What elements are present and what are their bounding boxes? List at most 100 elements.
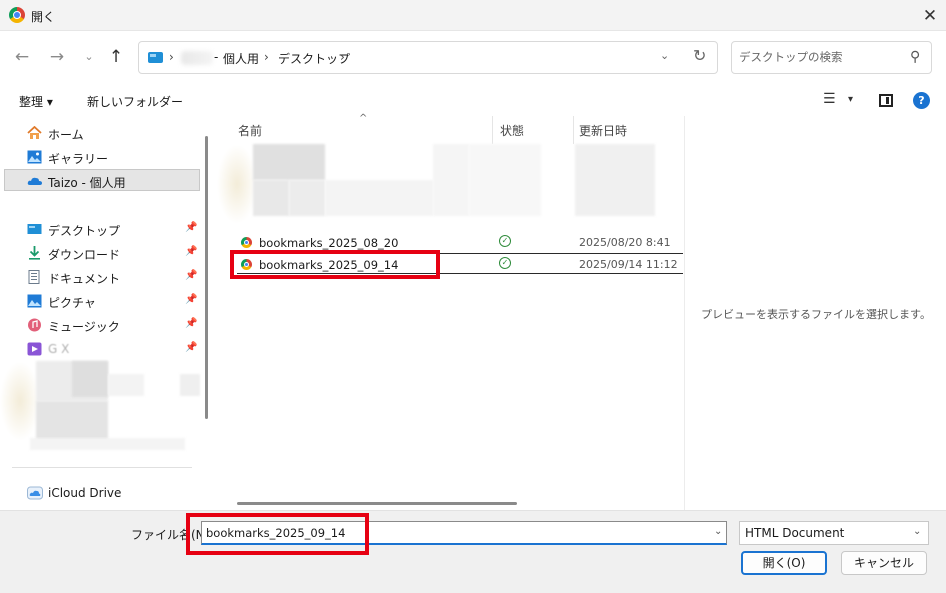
column-header-date-modified[interactable]: 更新日時 (579, 122, 627, 139)
filetype-select[interactable]: HTML Document ⌄ (739, 521, 929, 545)
back-button[interactable]: ← (10, 45, 34, 69)
preview-pane-icon[interactable] (879, 94, 893, 107)
sidebar-item-label: ホーム (48, 128, 84, 142)
this-pc-icon (148, 52, 163, 63)
redacted-region (253, 180, 289, 216)
redacted-region (108, 374, 144, 396)
filetype-value: HTML Document (745, 526, 845, 540)
breadcrumb-prefix: - (214, 50, 219, 64)
sort-ascending-icon: ^ (359, 113, 368, 124)
redacted-region (217, 144, 257, 224)
pictures-icon (27, 294, 42, 308)
file-date: 2025/09/14 11:12 (579, 258, 678, 271)
sidebar-item-music[interactable]: ミュージック 📌 (0, 314, 200, 336)
videos-icon (27, 342, 42, 356)
redacted-region (289, 180, 325, 216)
file-list: 名前 ^ 状態 更新日時 bookmarks_2025_08_20 ✓ 2025… (217, 113, 683, 510)
view-dropdown-icon[interactable]: ▾ (848, 94, 853, 105)
file-name: bookmarks_2025_08_20 (259, 236, 399, 250)
sidebar-item-label: iCloud Drive (48, 486, 122, 500)
highlight-box-file (230, 250, 440, 279)
sidebar-item-label: ギャラリー (48, 152, 109, 166)
pin-icon[interactable]: 📌 (185, 246, 197, 257)
search-box[interactable]: ⚲ (731, 41, 932, 74)
view-options-icon[interactable]: ☰ (823, 91, 836, 107)
recent-locations-button[interactable]: ⌄ (77, 45, 101, 69)
open-button[interactable]: 開く(O) (741, 551, 827, 575)
redacted-region (72, 361, 108, 397)
organize-button[interactable]: 整理 ▾ (19, 93, 53, 110)
redacted-region (36, 401, 108, 441)
redacted-region (325, 180, 433, 216)
help-icon[interactable]: ? (913, 92, 930, 109)
column-divider[interactable] (573, 116, 574, 144)
sidebar-item-documents[interactable]: ドキュメント 📌 (0, 266, 200, 288)
column-header-name[interactable]: 名前 (238, 122, 262, 139)
address-bar[interactable]: › - 個人用 › デスクトップ › ⌄ ↻ (138, 41, 718, 74)
chrome-html-file-icon (241, 237, 252, 248)
documents-icon (27, 270, 42, 284)
sidebar-item-videos[interactable]: G X 📌 (0, 338, 200, 360)
search-input[interactable] (739, 50, 899, 64)
sidebar-item-label: ピクチャ (48, 296, 96, 310)
refresh-button[interactable]: ↻ (693, 46, 706, 65)
close-button[interactable]: ✕ (918, 4, 942, 28)
redacted-region (180, 374, 200, 396)
redacted-region (253, 144, 325, 180)
breadcrumb-separator: › (264, 50, 269, 64)
navigation-scrollbar[interactable] (205, 136, 208, 419)
divider (12, 467, 192, 468)
chrome-icon (9, 7, 25, 23)
sync-ok-icon: ✓ (499, 235, 511, 247)
column-header-status[interactable]: 状態 (500, 122, 524, 139)
sidebar-item-desktop[interactable]: デスクトップ 📌 (0, 218, 200, 240)
forward-button[interactable]: → (45, 45, 69, 69)
file-date: 2025/08/20 8:41 (579, 236, 671, 249)
breadcrumb-separator: › (169, 50, 174, 64)
redacted-region (433, 144, 469, 216)
address-dropdown-button[interactable]: ⌄ (660, 49, 669, 62)
sidebar-item-icloud[interactable]: iCloud Drive (0, 482, 200, 504)
pin-icon[interactable]: 📌 (185, 222, 197, 233)
redacted-account-name (181, 51, 213, 65)
sidebar-item-pictures[interactable]: ピクチャ 📌 (0, 290, 200, 312)
sidebar-item-label: G X (48, 342, 70, 356)
chevron-down-icon[interactable]: ⌄ (913, 526, 921, 537)
sync-ok-icon: ✓ (499, 257, 511, 269)
breadcrumb-personal[interactable]: 個人用 (223, 50, 259, 67)
up-button[interactable]: ↑ (104, 45, 128, 69)
sidebar-item-downloads[interactable]: ダウンロード 📌 (0, 242, 200, 264)
home-icon (27, 125, 42, 140)
pin-icon[interactable]: 📌 (185, 294, 197, 305)
redacted-region (0, 361, 40, 441)
horizontal-scrollbar[interactable] (237, 502, 517, 505)
breadcrumb-separator: › (340, 50, 345, 64)
title-bar: 開く ✕ (0, 0, 946, 31)
redacted-region (575, 144, 655, 216)
sidebar-item-label: ミュージック (48, 320, 120, 334)
music-icon (27, 318, 42, 332)
pin-icon[interactable]: 📌 (185, 318, 197, 329)
onedrive-icon (27, 174, 42, 188)
sidebar-item-home[interactable]: ホーム (0, 122, 200, 144)
cancel-button[interactable]: キャンセル (841, 551, 927, 575)
sidebar-item-label: デスクトップ (48, 224, 121, 238)
sidebar-item-label: ダウンロード (48, 248, 121, 262)
sidebar-item-onedrive[interactable]: Taizo - 個人用 (4, 169, 200, 191)
redacted-region (30, 438, 185, 450)
redacted-region (469, 144, 541, 216)
preview-pane: プレビューを表示するファイルを選択します。 (684, 116, 946, 510)
command-bar: 整理 ▾ 新しいフォルダー ☰ ▾ ? (0, 86, 946, 116)
new-folder-button[interactable]: 新しいフォルダー (87, 93, 183, 110)
column-divider[interactable] (492, 116, 493, 144)
sidebar-item-gallery[interactable]: ギャラリー (0, 146, 200, 168)
pin-icon[interactable]: 📌 (185, 270, 197, 281)
search-icon[interactable]: ⚲ (910, 49, 920, 65)
navigation-pane: ホーム ギャラリー Taizo - 個人用 デスクトップ 📌 ダウンロード 📌 … (0, 116, 216, 510)
download-icon (27, 246, 42, 260)
preview-message: プレビューを表示するファイルを選択します。 (701, 308, 931, 321)
highlight-box-filename (186, 513, 369, 555)
pin-icon[interactable]: 📌 (185, 342, 197, 353)
icloud-icon (27, 486, 43, 500)
chevron-down-icon[interactable]: ⌄ (714, 526, 722, 537)
